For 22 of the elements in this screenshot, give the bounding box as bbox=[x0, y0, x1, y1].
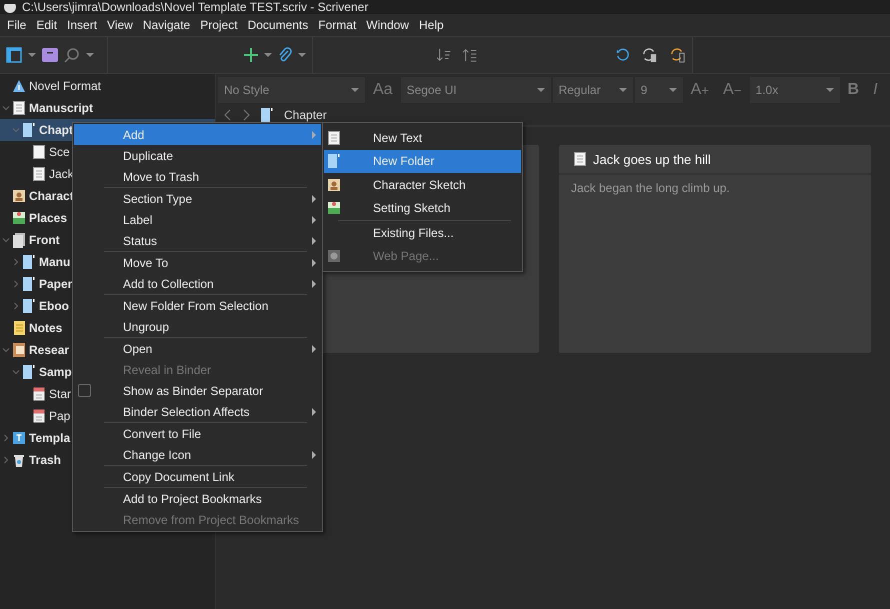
binder-item-label: Pap bbox=[49, 409, 70, 423]
card-synopsis: Jack began the long climb up. bbox=[570, 180, 731, 197]
window-title: C:\Users\jimra\Downloads\Novel Template TEST.scriv - Scrivener bbox=[22, 0, 368, 14]
binder-item-label: Trash bbox=[29, 453, 62, 467]
binder-item-label: Manu bbox=[39, 255, 70, 269]
binder-item-label: Jack bbox=[49, 167, 74, 181]
binder-item-label: Novel Format bbox=[29, 79, 102, 93]
binder-item-label: Paper bbox=[39, 277, 72, 291]
binder-item-label: Places bbox=[29, 211, 68, 225]
binder-item-label: Sce bbox=[49, 145, 70, 159]
binder-item-label: Front bbox=[29, 233, 60, 247]
document-title: Chapter bbox=[284, 108, 327, 122]
binder-item-label: Star bbox=[49, 387, 72, 401]
binder-item-label: Samp bbox=[39, 365, 72, 379]
binder-item-label: Notes bbox=[29, 321, 62, 335]
binder-item-label: Manuscript bbox=[29, 101, 94, 115]
binder-item-label: Charact bbox=[29, 189, 74, 203]
binder-item-label: Chapt bbox=[39, 123, 73, 137]
binder-item-label: Resear bbox=[29, 343, 70, 357]
card-title: Jack goes up the hill bbox=[593, 152, 711, 166]
binder-item-label: Eboo bbox=[39, 299, 69, 313]
binder-item-label: Templa bbox=[29, 431, 70, 445]
